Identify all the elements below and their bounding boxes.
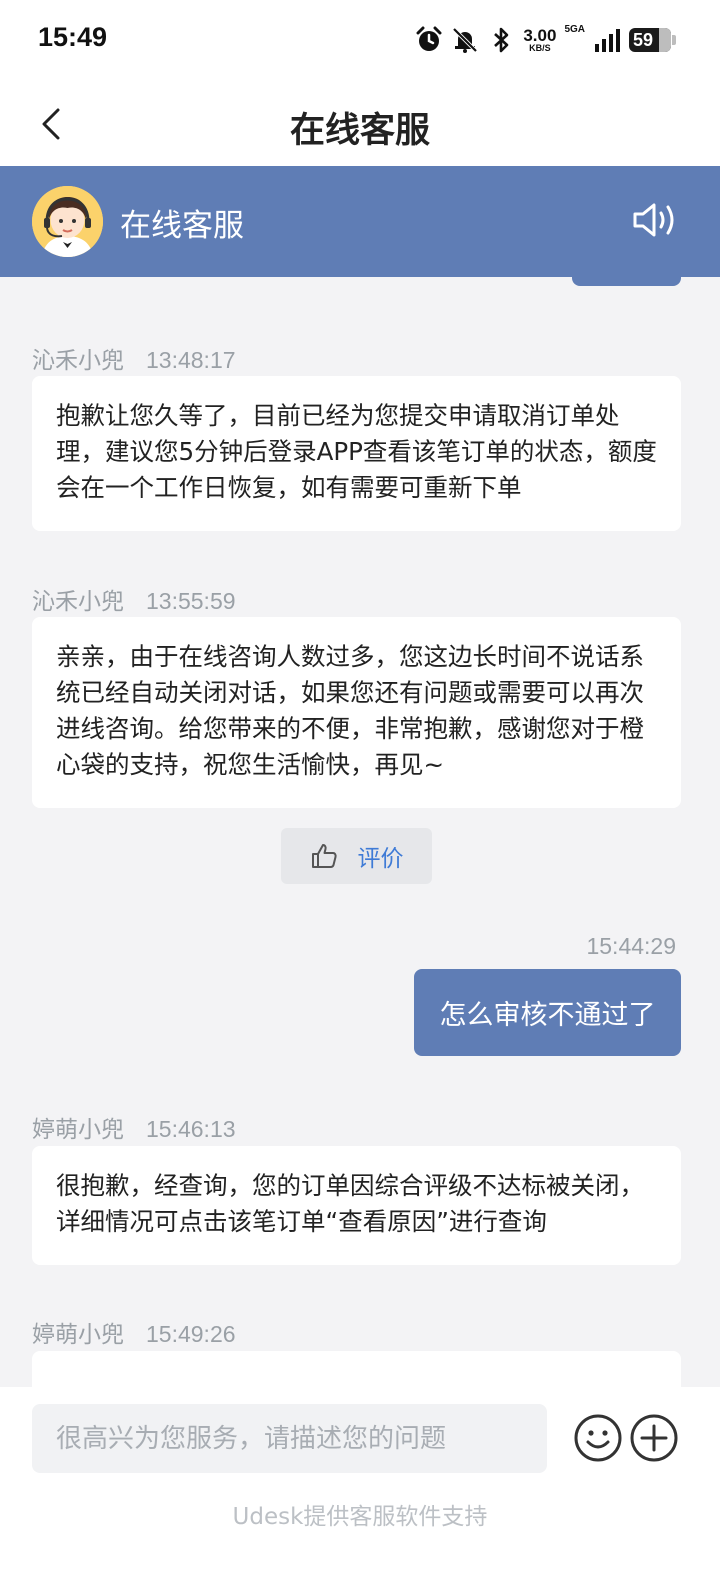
agent-message-bubble: 抱歉让您久等了，目前已经为您提交申请取消订单处理，建议您5分钟后登录APP查看该… (32, 376, 681, 531)
message-meta: 沁禾小兜 13:55:59 (32, 582, 236, 616)
user-message-bubble: 怎么审核不通过了 (414, 969, 681, 1056)
sender-name: 婷萌小兜 (32, 1116, 124, 1142)
input-bar: Udesk提供客服软件支持 (0, 1387, 720, 1584)
message-time: 13:55:59 (146, 588, 236, 614)
message-time: 15:46:13 (146, 1116, 236, 1142)
thumbs-up-icon (311, 844, 337, 868)
agent-avatar-icon (32, 186, 103, 257)
message-time: 13:48:17 (146, 347, 236, 373)
nav-bar: 在线客服 (0, 80, 720, 166)
agent-header: 在线客服 (0, 166, 720, 277)
mute-icon (452, 27, 478, 53)
add-icon[interactable] (629, 1413, 679, 1463)
footer-powered-by: Udesk提供客服软件支持 (232, 1504, 488, 1530)
network-speed-unit: KB/S (529, 43, 551, 53)
battery-icon: 59 (629, 28, 671, 52)
page-title: 在线客服 (289, 111, 430, 151)
agent-message-bubble: 很抱歉，经查询，您的订单因综合评级不达标被关闭，详细情况可点击该笔订单“查看原因… (32, 1146, 681, 1265)
message-meta: 婷萌小兜 15:49:26 (32, 1315, 236, 1349)
message-time: 15:49:26 (146, 1321, 236, 1347)
chat-area[interactable]: 沁禾小兜 13:48:17 抱歉让您久等了，目前已经为您提交申请取消订单处理，建议… (0, 277, 720, 1387)
message-meta: 沁禾小兜 13:48:17 (32, 341, 236, 375)
status-bar: 15:49 3.00 KB/S 5GA 59 (0, 0, 720, 80)
network-speed-value: 3.00 (523, 26, 557, 45)
agent-avatar (32, 186, 103, 257)
speaker-icon[interactable] (632, 200, 680, 240)
status-time: 15:49 (38, 22, 108, 52)
sender-name: 婷萌小兜 (32, 1321, 124, 1347)
emoji-icon[interactable] (573, 1413, 623, 1463)
message-meta: 婷萌小兜 15:46:13 (32, 1110, 236, 1144)
signal-label: 5GA (564, 24, 585, 35)
signal-icon (595, 29, 620, 52)
agent-message-bubble: 亲亲，由于在线咨询人数过多，您这边长时间不说话系统已经自动关闭对话，如果您还有问… (32, 617, 681, 808)
network-speed: 3.00 KB/S (523, 27, 556, 53)
message-input[interactable] (32, 1404, 547, 1473)
rate-label: 评价 (357, 846, 404, 872)
previous-message-edge (572, 277, 681, 286)
agent-name: 在线客服 (120, 208, 244, 244)
alarm-icon (416, 26, 442, 51)
battery-level: 59 (633, 30, 654, 50)
rate-button[interactable]: 评价 (281, 828, 432, 884)
user-message-time: 15:44:29 (586, 933, 676, 959)
bluetooth-icon (494, 27, 509, 53)
battery-tip (672, 35, 676, 45)
sender-name: 沁禾小兜 (32, 588, 124, 614)
status-icons: 3.00 KB/S 5GA 59 (415, 22, 676, 58)
agent-message-bubble (32, 1351, 681, 1387)
sender-name: 沁禾小兜 (32, 347, 124, 373)
